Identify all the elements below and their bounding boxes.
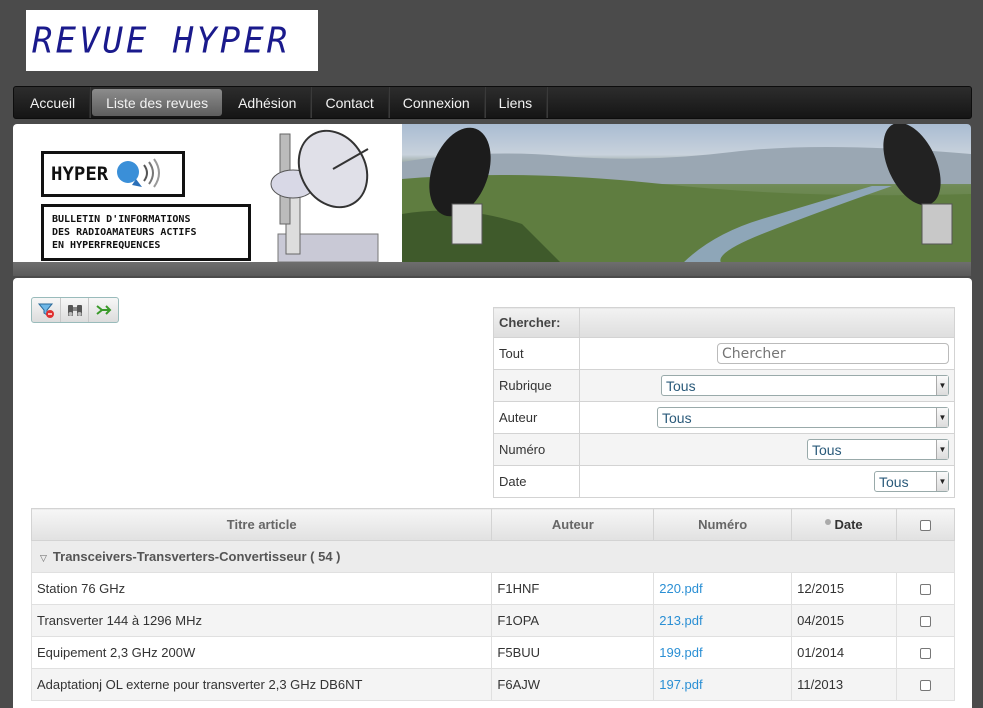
cell-author: F6AJW	[491, 668, 655, 701]
search-label-auteur: Auteur	[493, 401, 580, 434]
search-label-numero: Numéro	[493, 433, 580, 466]
cell-pdf-link[interactable]: 197.pdf	[653, 668, 793, 701]
main-navigation: Accueil Liste des revues Adhésion Contac…	[13, 86, 972, 119]
search-label-rubrique: Rubrique	[493, 369, 580, 402]
row-checkbox[interactable]	[920, 616, 931, 628]
cell-date: 11/2013	[791, 668, 898, 701]
date-select[interactable]: Tous ▼	[874, 471, 949, 492]
cell-title: Station 76 GHz	[30, 572, 493, 605]
banner-separator	[13, 262, 971, 276]
sort-indicator-icon	[825, 519, 832, 525]
rubrique-select-value: Tous	[666, 377, 696, 394]
column-header-date-label: Date	[834, 517, 863, 532]
search-button[interactable]	[61, 298, 90, 322]
table-row[interactable]: Station 76 GHz F1HNF 220.pdf 12/2015	[30, 572, 955, 605]
export-arrow-icon	[96, 305, 112, 315]
satellite-dish-drawing-icon	[270, 129, 379, 263]
cell-title: Adaptationj OL externe pour transverter …	[30, 668, 493, 701]
search-cell-date: Tous ▼	[579, 465, 955, 498]
hyper-label: HYPER	[51, 163, 109, 185]
group-label: Transceivers-Transverters-Convertisseur …	[52, 549, 341, 564]
search-panel: Chercher: Tout Rubrique Tous ▼ Auteur To…	[493, 307, 955, 498]
rubrique-select[interactable]: Tous ▼	[661, 375, 949, 396]
group-row[interactable]: ▽ Transceivers-Transverters-Convertisseur…	[31, 540, 955, 573]
auteur-select[interactable]: Tous ▼	[657, 407, 949, 428]
search-label-date: Date	[493, 465, 580, 498]
site-logo-text: REVUE HYPER	[32, 19, 291, 62]
landscape-photo-icon	[402, 124, 971, 263]
grid-toolbar	[31, 297, 119, 323]
clear-filter-button[interactable]	[32, 298, 61, 322]
cell-author: F1OPA	[491, 604, 655, 637]
cell-select	[896, 572, 955, 605]
nav-item-contact[interactable]: Contact	[311, 87, 389, 118]
column-header-titre[interactable]: Titre article	[30, 508, 493, 541]
search-all-input[interactable]	[717, 343, 949, 364]
table-row[interactable]: Equipement 2,3 GHz 200W F5BUU 199.pdf 01…	[30, 636, 955, 669]
header-banner: HYPER BULLETIN D'INFORMATIONS DES RADIOA…	[13, 124, 971, 264]
cell-title: Equipement 2,3 GHz 200W	[30, 636, 493, 669]
cell-date: 04/2015	[791, 604, 898, 637]
search-label-tout: Tout	[493, 337, 580, 370]
chevron-down-icon: ▼	[936, 376, 948, 395]
search-header: Chercher:	[493, 307, 580, 338]
head-radio-icon	[117, 158, 161, 188]
cell-title: Transverter 144 à 1296 MHz	[30, 604, 493, 637]
cell-select	[896, 668, 955, 701]
search-header-spacer	[579, 307, 955, 338]
bulletin-line: DES RADIOAMATEURS ACTIFS	[52, 227, 197, 238]
banner-landscape-photo	[402, 124, 971, 263]
column-header-date[interactable]: Date	[791, 508, 898, 541]
auteur-select-value: Tous	[662, 409, 692, 426]
row-checkbox[interactable]	[920, 648, 931, 660]
cell-pdf-link[interactable]: 199.pdf	[653, 636, 793, 669]
nav-item-liste-des-revues[interactable]: Liste des revues	[92, 89, 223, 116]
nav-item-liens[interactable]: Liens	[485, 87, 548, 118]
binoculars-icon	[67, 305, 82, 316]
nav-item-adhesion[interactable]: Adhésion	[224, 87, 312, 118]
bulletin-line: BULLETIN D'INFORMATIONS	[52, 214, 191, 225]
search-cell-numero: Tous ▼	[579, 433, 955, 466]
table-row[interactable]: Adaptationj OL externe pour transverter …	[30, 668, 955, 701]
export-button[interactable]	[89, 298, 118, 322]
column-header-numero[interactable]: Numéro	[653, 508, 793, 541]
select-all-checkbox[interactable]	[920, 520, 931, 532]
banner-illustration: HYPER BULLETIN D'INFORMATIONS DES RADIOA…	[13, 124, 402, 263]
chevron-down-icon: ▼	[936, 440, 948, 459]
table-row[interactable]: Transverter 144 à 1296 MHz F1OPA 213.pdf…	[30, 604, 955, 637]
numero-select-value: Tous	[812, 441, 842, 458]
row-checkbox[interactable]	[920, 584, 931, 596]
content-panel: Chercher: Tout Rubrique Tous ▼ Auteur To…	[13, 278, 972, 708]
bulletin-line: EN HYPERFREQUENCES	[52, 240, 161, 251]
cell-date: 12/2015	[791, 572, 898, 605]
cell-author: F5BUU	[491, 636, 655, 669]
nav-item-accueil[interactable]: Accueil	[16, 87, 91, 118]
collapse-triangle-icon[interactable]: ▽	[40, 553, 47, 563]
search-cell-rubrique: Tous ▼	[579, 369, 955, 402]
cell-date: 01/2014	[791, 636, 898, 669]
filter-clear-icon	[37, 303, 54, 318]
search-cell-tout	[579, 337, 955, 370]
nav-item-connexion[interactable]: Connexion	[389, 87, 485, 118]
row-checkbox[interactable]	[920, 680, 931, 692]
cell-pdf-link[interactable]: 213.pdf	[653, 604, 793, 637]
bulletin-box: BULLETIN D'INFORMATIONS DES RADIOAMATEUR…	[41, 204, 251, 261]
date-select-value: Tous	[879, 473, 909, 490]
chevron-down-icon: ▼	[936, 408, 948, 427]
hyper-title-box: HYPER	[41, 151, 185, 197]
cell-author: F1HNF	[491, 572, 655, 605]
site-logo[interactable]: REVUE HYPER	[26, 10, 318, 71]
cell-pdf-link[interactable]: 220.pdf	[653, 572, 793, 605]
column-header-select-all	[896, 508, 955, 541]
column-header-auteur[interactable]: Auteur	[491, 508, 655, 541]
cell-select	[896, 636, 955, 669]
articles-grid: Titre article Auteur Numéro Date ▽ Transc…	[30, 508, 955, 701]
cell-select	[896, 604, 955, 637]
numero-select[interactable]: Tous ▼	[807, 439, 949, 460]
group-cell: ▽ Transceivers-Transverters-Convertisseur…	[31, 540, 955, 573]
search-cell-auteur: Tous ▼	[579, 401, 955, 434]
chevron-down-icon: ▼	[936, 472, 948, 491]
